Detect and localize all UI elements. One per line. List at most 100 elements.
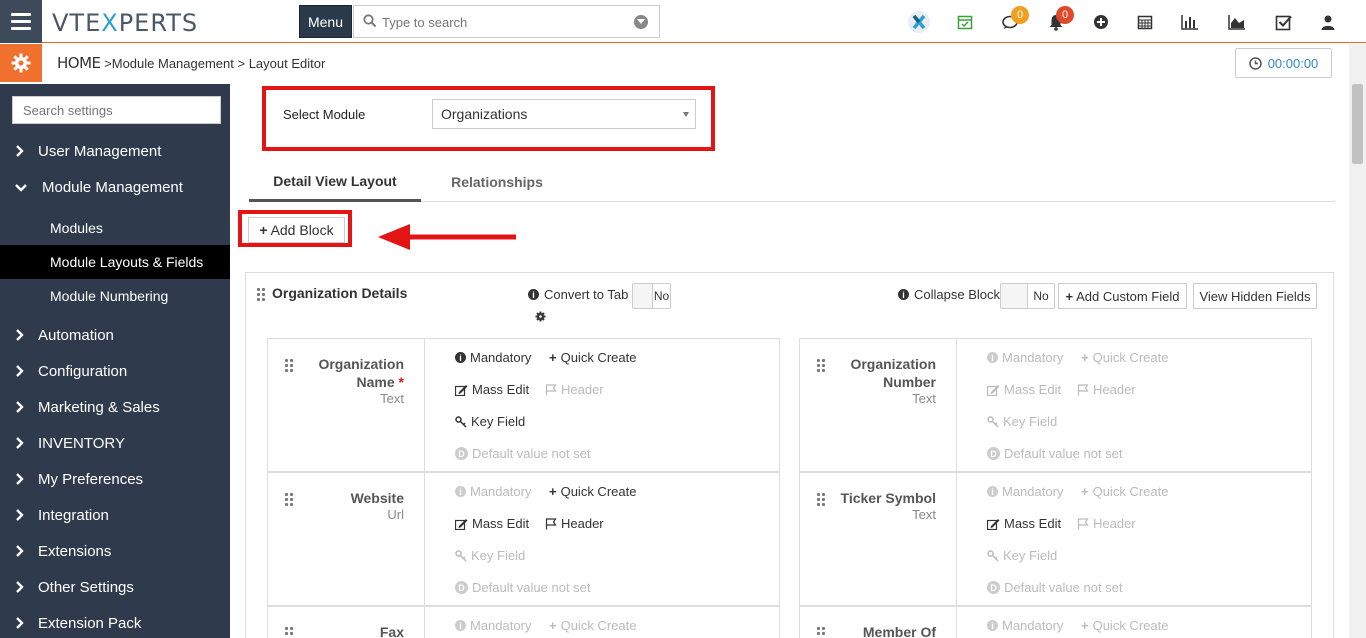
option-quick-create[interactable]: + Quick Create (1081, 618, 1168, 633)
sidebar-item-extensions[interactable]: Extensions (0, 534, 230, 568)
settings-sidebar: User Management Module Management Module… (0, 84, 230, 638)
scrollbar-thumb[interactable] (1352, 84, 1363, 164)
plus-icon: + (1081, 484, 1089, 499)
drag-handle-icon[interactable] (817, 359, 825, 372)
drag-handle-icon[interactable] (257, 288, 265, 301)
sidebar-item-configuration[interactable]: Configuration (0, 354, 230, 388)
option-header[interactable]: Header (545, 382, 604, 397)
option-default-value[interactable]: D Default value not set (455, 446, 591, 461)
sidebar-search-input[interactable] (13, 97, 220, 123)
edit-icon (987, 384, 1000, 396)
option-mandatory[interactable]: i Mandatory (455, 618, 531, 633)
global-search-input[interactable] (382, 12, 622, 32)
search-icon (363, 14, 377, 28)
option-default-value[interactable]: D Default value not set (987, 446, 1123, 461)
bar-chart-icon[interactable] (1178, 10, 1202, 34)
convert-to-tab-label: i Convert to Tab (528, 287, 628, 302)
sidebar-item-automation[interactable]: Automation (0, 318, 230, 352)
option-mandatory[interactable]: i Mandatory (455, 484, 531, 499)
settings-gear-icon[interactable] (0, 44, 42, 82)
timer-button[interactable]: 00:00:00 (1235, 48, 1332, 78)
drag-handle-icon[interactable] (285, 359, 293, 372)
chevron-down-icon (0, 183, 42, 192)
chat-icon[interactable]: 0 (999, 6, 1029, 34)
drag-handle-icon[interactable] (285, 493, 293, 506)
field-card-member-of[interactable]: Member Of i Mandatory + Quick Create (799, 606, 1312, 638)
option-quick-create[interactable]: + Quick Create (549, 618, 636, 633)
chevron-right-icon (0, 509, 38, 521)
option-header[interactable]: Header (1077, 382, 1136, 397)
sidebar-subitem-module-layouts-fields[interactable]: Module Layouts & Fields (0, 245, 230, 279)
sidebar-item-module-management[interactable]: Module Management (0, 170, 230, 204)
info-icon: i (455, 486, 466, 497)
sidebar-item-other-settings[interactable]: Other Settings (0, 570, 230, 604)
drag-handle-icon[interactable] (817, 627, 825, 638)
add-custom-field-button[interactable]: + Add Custom Field (1058, 283, 1187, 309)
chevron-right-icon (0, 437, 38, 449)
view-hidden-fields-button[interactable]: View Hidden Fields (1193, 283, 1317, 309)
option-default-value[interactable]: D Default value not set (987, 580, 1123, 595)
hamburger-menu-icon[interactable] (0, 0, 42, 43)
field-card-website[interactable]: Website Url i Mandatory + Quick Create Mas… (267, 472, 780, 606)
top-header: VTEXPERTS Menu 0 0 (0, 0, 1366, 43)
option-mass-edit[interactable]: Mass Edit (987, 516, 1061, 531)
field-card-ticker-symbol[interactable]: Ticker Symbol Text i Mandatory + Quick Cre… (799, 472, 1312, 606)
vtexperts-x-icon[interactable] (907, 10, 931, 34)
sidebar-item-marketing-sales[interactable]: Marketing & Sales (0, 390, 230, 424)
app-logo[interactable]: VTEXPERTS (52, 9, 198, 37)
notification-bell-icon[interactable]: 0 (1044, 6, 1074, 34)
default-value-icon: D (987, 447, 1000, 460)
chevron-right-icon (0, 473, 38, 485)
calendar-check-icon[interactable] (953, 10, 977, 34)
sidebar-item-my-preferences[interactable]: My Preferences (0, 462, 230, 496)
option-key-field[interactable]: Key Field (987, 414, 1057, 429)
breadcrumb-home[interactable]: HOME (57, 54, 101, 72)
collapse-block-toggle[interactable]: No (1000, 283, 1055, 309)
field-card-organization-number[interactable]: Organization Number Text i Mandatory + Qui… (799, 338, 1312, 472)
tab-detail-view-layout[interactable]: Detail View Layout (249, 162, 421, 202)
option-mass-edit[interactable]: Mass Edit (987, 382, 1061, 397)
area-chart-icon[interactable] (1225, 10, 1249, 34)
breadcrumb-module-management[interactable]: Module Management (112, 56, 234, 71)
option-default-value[interactable]: D Default value not set (455, 580, 591, 595)
option-header[interactable]: Header (545, 516, 604, 531)
option-key-field[interactable]: Key Field (455, 548, 525, 563)
sidebar-item-user-management[interactable]: User Management (0, 134, 230, 168)
sidebar-item-inventory[interactable]: INVENTORY (0, 426, 230, 460)
calendar-icon[interactable] (1133, 10, 1157, 34)
option-quick-create[interactable]: + Quick Create (1081, 484, 1168, 499)
sidebar-item-integration[interactable]: Integration (0, 498, 230, 532)
option-mandatory[interactable]: i Mandatory (987, 618, 1063, 633)
field-card-fax[interactable]: Fax i Mandatory + Quick Create (267, 606, 780, 638)
menu-button[interactable]: Menu (299, 5, 352, 38)
sidebar-search[interactable] (12, 96, 221, 124)
user-icon[interactable] (1316, 10, 1340, 34)
info-icon: i (987, 620, 998, 631)
sidebar-item-extension-pack[interactable]: Extension Pack (0, 606, 230, 638)
page-scrollbar[interactable] (1349, 44, 1366, 638)
option-quick-create[interactable]: + Quick Create (1081, 350, 1168, 365)
option-mandatory[interactable]: i Mandatory (987, 484, 1063, 499)
field-card-organization-name[interactable]: Organization Name * Text i Mandatory + Quic… (267, 338, 780, 472)
gear-icon[interactable] (535, 311, 546, 322)
option-header[interactable]: Header (1077, 516, 1136, 531)
option-quick-create[interactable]: + Quick Create (549, 484, 636, 499)
option-key-field[interactable]: Key Field (455, 414, 525, 429)
global-search[interactable] (353, 5, 660, 38)
option-key-field[interactable]: Key Field (987, 548, 1057, 563)
search-dropdown-icon[interactable] (634, 15, 648, 29)
drag-handle-icon[interactable] (817, 493, 825, 506)
sidebar-subitem-modules[interactable]: Modules (0, 211, 230, 245)
tab-relationships[interactable]: Relationships (421, 162, 573, 202)
sidebar-subitem-module-numbering[interactable]: Module Numbering (0, 279, 230, 313)
option-mass-edit[interactable]: Mass Edit (455, 382, 529, 397)
option-quick-create[interactable]: + Quick Create (549, 350, 636, 365)
default-value-icon: D (455, 447, 468, 460)
add-circle-icon[interactable] (1089, 10, 1113, 34)
option-mandatory[interactable]: i Mandatory (455, 350, 531, 365)
drag-handle-icon[interactable] (285, 627, 293, 638)
option-mandatory[interactable]: i Mandatory (987, 350, 1063, 365)
option-mass-edit[interactable]: Mass Edit (455, 516, 529, 531)
convert-to-tab-toggle[interactable]: No (632, 283, 671, 309)
tasks-checkbox-icon[interactable] (1272, 10, 1296, 34)
